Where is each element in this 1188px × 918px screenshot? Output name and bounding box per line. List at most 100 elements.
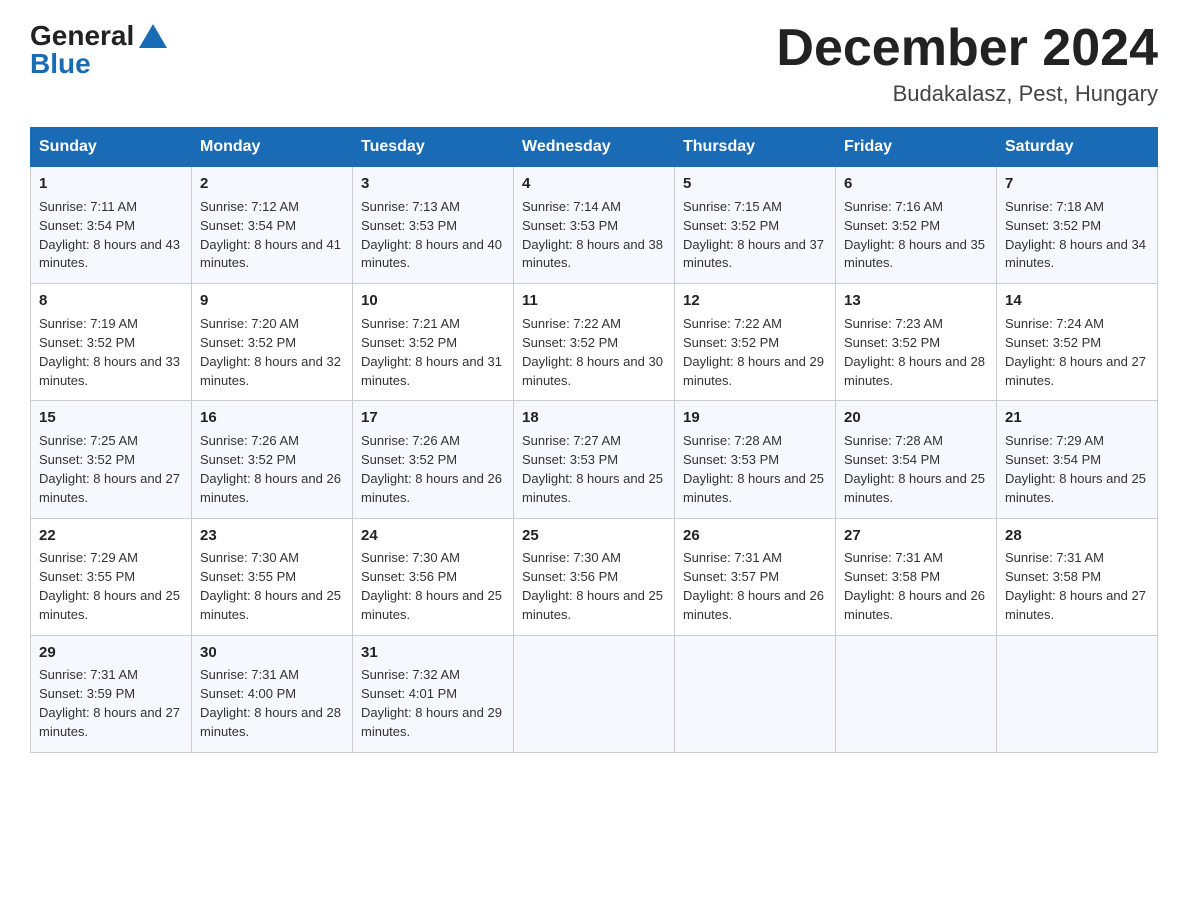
day-info: Sunrise: 7:31 AMSunset: 3:59 PMDaylight:… — [39, 666, 183, 741]
calendar-week-row: 1 Sunrise: 7:11 AMSunset: 3:54 PMDaylight… — [31, 167, 1158, 284]
day-number: 18 — [522, 407, 666, 429]
day-info: Sunrise: 7:30 AMSunset: 3:56 PMDaylight:… — [522, 549, 666, 624]
day-number: 30 — [200, 642, 344, 664]
day-info: Sunrise: 7:27 AMSunset: 3:53 PMDaylight:… — [522, 432, 666, 507]
weekday-header-saturday: Saturday — [997, 128, 1158, 167]
day-number: 22 — [39, 525, 183, 547]
calendar-cell: 21 Sunrise: 7:29 AMSunset: 3:54 PMDayligh… — [997, 401, 1158, 518]
day-info: Sunrise: 7:18 AMSunset: 3:52 PMDaylight:… — [1005, 198, 1149, 273]
day-number: 26 — [683, 525, 827, 547]
calendar-cell: 11 Sunrise: 7:22 AMSunset: 3:52 PMDayligh… — [514, 284, 675, 401]
day-number: 8 — [39, 290, 183, 312]
day-number: 15 — [39, 407, 183, 429]
calendar-table: SundayMondayTuesdayWednesdayThursdayFrid… — [30, 127, 1158, 753]
day-info: Sunrise: 7:28 AMSunset: 3:53 PMDaylight:… — [683, 432, 827, 507]
calendar-cell: 5 Sunrise: 7:15 AMSunset: 3:52 PMDaylight… — [675, 167, 836, 284]
calendar-cell: 16 Sunrise: 7:26 AMSunset: 3:52 PMDayligh… — [192, 401, 353, 518]
calendar-cell: 8 Sunrise: 7:19 AMSunset: 3:52 PMDaylight… — [31, 284, 192, 401]
day-number: 23 — [200, 525, 344, 547]
weekday-header-monday: Monday — [192, 128, 353, 167]
day-number: 21 — [1005, 407, 1149, 429]
day-info: Sunrise: 7:24 AMSunset: 3:52 PMDaylight:… — [1005, 315, 1149, 390]
calendar-cell: 9 Sunrise: 7:20 AMSunset: 3:52 PMDaylight… — [192, 284, 353, 401]
day-number: 24 — [361, 525, 505, 547]
calendar-cell — [514, 635, 675, 752]
day-info: Sunrise: 7:32 AMSunset: 4:01 PMDaylight:… — [361, 666, 505, 741]
day-number: 20 — [844, 407, 988, 429]
calendar-cell: 7Sunrise: 7:18 AMSunset: 3:52 PMDaylight… — [997, 167, 1158, 284]
calendar-cell: 30Sunrise: 7:31 AMSunset: 4:00 PMDayligh… — [192, 635, 353, 752]
calendar-cell: 3Sunrise: 7:13 AMSunset: 3:53 PMDaylight… — [353, 167, 514, 284]
calendar-cell: 28Sunrise: 7:31 AMSunset: 3:58 PMDayligh… — [997, 518, 1158, 635]
calendar-cell — [836, 635, 997, 752]
day-number: 27 — [844, 525, 988, 547]
day-info: Sunrise: 7:29 AMSunset: 3:55 PMDaylight:… — [39, 549, 183, 624]
day-info: Sunrise: 7:15 AMSunset: 3:52 PMDaylight:… — [683, 198, 827, 273]
day-number: 9 — [200, 290, 344, 312]
title-section: December 2024 Budakalasz, Pest, Hungary — [776, 20, 1158, 107]
calendar-week-row: 29Sunrise: 7:31 AMSunset: 3:59 PMDayligh… — [31, 635, 1158, 752]
calendar-cell: 29Sunrise: 7:31 AMSunset: 3:59 PMDayligh… — [31, 635, 192, 752]
calendar-cell: 27Sunrise: 7:31 AMSunset: 3:58 PMDayligh… — [836, 518, 997, 635]
location-subtitle: Budakalasz, Pest, Hungary — [776, 81, 1158, 107]
day-number: 14 — [1005, 290, 1149, 312]
day-number: 1 — [39, 173, 183, 195]
logo-blue-text: Blue — [30, 48, 91, 80]
calendar-cell: 25Sunrise: 7:30 AMSunset: 3:56 PMDayligh… — [514, 518, 675, 635]
page-header: General Blue December 2024 Budakalasz, P… — [30, 20, 1158, 107]
calendar-week-row: 22Sunrise: 7:29 AMSunset: 3:55 PMDayligh… — [31, 518, 1158, 635]
calendar-cell: 12Sunrise: 7:22 AMSunset: 3:52 PMDayligh… — [675, 284, 836, 401]
day-number: 29 — [39, 642, 183, 664]
weekday-header-wednesday: Wednesday — [514, 128, 675, 167]
calendar-cell: 24Sunrise: 7:30 AMSunset: 3:56 PMDayligh… — [353, 518, 514, 635]
day-info: Sunrise: 7:20 AMSunset: 3:52 PMDaylight:… — [200, 315, 344, 390]
day-info: Sunrise: 7:14 AMSunset: 3:53 PMDaylight:… — [522, 198, 666, 273]
weekday-header-tuesday: Tuesday — [353, 128, 514, 167]
day-info: Sunrise: 7:22 AMSunset: 3:52 PMDaylight:… — [522, 315, 666, 390]
day-info: Sunrise: 7:12 AMSunset: 3:54 PMDaylight:… — [200, 198, 344, 273]
day-info: Sunrise: 7:29 AMSunset: 3:54 PMDaylight:… — [1005, 432, 1149, 507]
calendar-cell — [675, 635, 836, 752]
month-title: December 2024 — [776, 20, 1158, 77]
day-number: 28 — [1005, 525, 1149, 547]
calendar-week-row: 8 Sunrise: 7:19 AMSunset: 3:52 PMDaylight… — [31, 284, 1158, 401]
day-number: 17 — [361, 407, 505, 429]
day-number: 13 — [844, 290, 988, 312]
day-number: 16 — [200, 407, 344, 429]
day-info: Sunrise: 7:28 AMSunset: 3:54 PMDaylight:… — [844, 432, 988, 507]
day-number: 4 — [522, 173, 666, 195]
day-number: 10 — [361, 290, 505, 312]
calendar-cell: 4 Sunrise: 7:14 AMSunset: 3:53 PMDaylight… — [514, 167, 675, 284]
day-info: Sunrise: 7:11 AMSunset: 3:54 PMDaylight:… — [39, 198, 183, 273]
calendar-cell: 2 Sunrise: 7:12 AMSunset: 3:54 PMDaylight… — [192, 167, 353, 284]
weekday-header-sunday: Sunday — [31, 128, 192, 167]
day-number: 31 — [361, 642, 505, 664]
calendar-cell: 23Sunrise: 7:30 AMSunset: 3:55 PMDayligh… — [192, 518, 353, 635]
day-info: Sunrise: 7:31 AMSunset: 3:58 PMDaylight:… — [844, 549, 988, 624]
calendar-cell: 1 Sunrise: 7:11 AMSunset: 3:54 PMDaylight… — [31, 167, 192, 284]
logo-triangle-icon — [139, 24, 167, 48]
calendar-cell: 13 Sunrise: 7:23 AMSunset: 3:52 PMDayligh… — [836, 284, 997, 401]
logo: General Blue — [30, 20, 167, 80]
calendar-cell: 26Sunrise: 7:31 AMSunset: 3:57 PMDayligh… — [675, 518, 836, 635]
weekday-header-thursday: Thursday — [675, 128, 836, 167]
day-number: 11 — [522, 290, 666, 312]
day-info: Sunrise: 7:21 AMSunset: 3:52 PMDaylight:… — [361, 315, 505, 390]
day-number: 5 — [683, 173, 827, 195]
day-info: Sunrise: 7:30 AMSunset: 3:56 PMDaylight:… — [361, 549, 505, 624]
day-info: Sunrise: 7:31 AMSunset: 3:57 PMDaylight:… — [683, 549, 827, 624]
calendar-cell: 17Sunrise: 7:26 AMSunset: 3:52 PMDayligh… — [353, 401, 514, 518]
day-info: Sunrise: 7:26 AMSunset: 3:52 PMDaylight:… — [200, 432, 344, 507]
calendar-cell: 10 Sunrise: 7:21 AMSunset: 3:52 PMDayligh… — [353, 284, 514, 401]
day-number: 12 — [683, 290, 827, 312]
day-info: Sunrise: 7:13 AMSunset: 3:53 PMDaylight:… — [361, 198, 505, 273]
day-info: Sunrise: 7:19 AMSunset: 3:52 PMDaylight:… — [39, 315, 183, 390]
day-number: 2 — [200, 173, 344, 195]
day-info: Sunrise: 7:31 AMSunset: 4:00 PMDaylight:… — [200, 666, 344, 741]
weekday-header-friday: Friday — [836, 128, 997, 167]
calendar-week-row: 15Sunrise: 7:25 AMSunset: 3:52 PMDayligh… — [31, 401, 1158, 518]
day-info: Sunrise: 7:16 AMSunset: 3:52 PMDaylight:… — [844, 198, 988, 273]
day-info: Sunrise: 7:23 AMSunset: 3:52 PMDaylight:… — [844, 315, 988, 390]
calendar-cell: 22Sunrise: 7:29 AMSunset: 3:55 PMDayligh… — [31, 518, 192, 635]
calendar-cell: 15Sunrise: 7:25 AMSunset: 3:52 PMDayligh… — [31, 401, 192, 518]
